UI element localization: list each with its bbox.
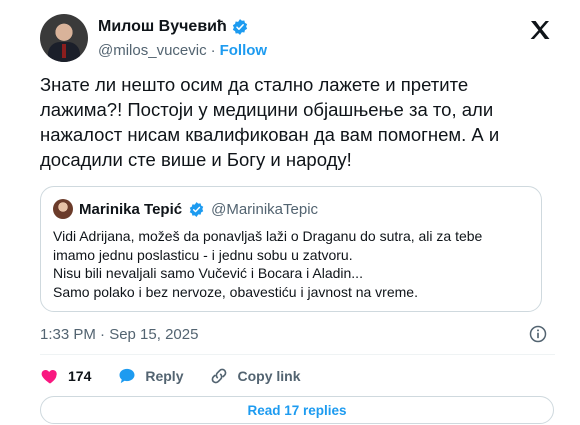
like-count: 174 — [68, 368, 92, 384]
author-handle-row: @milos_vucevic · Follow — [98, 42, 267, 59]
tweet-timestamp[interactable]: 1:33 PM · Sep 15, 2025 — [40, 326, 198, 343]
tweet-header: Милош Вучевић @milos_vucevic · Follow — [40, 14, 552, 70]
follow-button[interactable]: Follow — [220, 42, 268, 59]
embedded-tweet-card: Милош Вучевић @milos_vucevic · Follow Зн… — [26, 0, 566, 425]
author-name[interactable]: Милош Вучевић — [98, 18, 227, 36]
author-handle[interactable]: @milos_vucevic — [98, 42, 207, 59]
quoted-tweet[interactable]: Marinika Tepić @MarinikaTepic Vidi Adrij… — [40, 186, 542, 312]
copy-link-button[interactable]: Copy link — [209, 366, 301, 386]
copy-link-label: Copy link — [237, 368, 301, 384]
quoted-author-avatar — [53, 199, 73, 219]
quoted-tweet-text: Vidi Adrijana, možeš da ponavljaš laži o… — [53, 228, 483, 300]
like-button[interactable]: 174 — [40, 366, 91, 386]
link-icon — [212, 368, 227, 384]
action-bar: 174 Reply Copy link — [40, 366, 301, 386]
x-logo-icon[interactable] — [528, 18, 552, 42]
avatar-tie — [62, 44, 66, 58]
reply-label: Reply — [145, 368, 184, 384]
quoted-author-name: Marinika Tepić — [79, 200, 183, 218]
heart-icon — [41, 370, 57, 384]
read-replies-button[interactable]: Read 17 replies — [40, 396, 554, 424]
author-name-row: Милош Вучевић — [98, 18, 249, 36]
quoted-tweet-header: Marinika Tepić @MarinikaTepic — [53, 199, 318, 219]
author-avatar[interactable] — [40, 14, 88, 62]
handle-separator: · — [210, 42, 216, 59]
reply-button[interactable]: Reply — [117, 366, 183, 386]
quoted-author-handle: @MarinikaTepic — [211, 200, 319, 218]
tweet-text: Знате ли нешто осим да стално лажете и п… — [40, 74, 500, 170]
reply-bubble-icon — [119, 368, 135, 384]
info-icon[interactable] — [528, 324, 548, 344]
divider — [40, 354, 555, 355]
verified-badge-icon — [189, 201, 204, 217]
verified-badge-icon — [232, 19, 247, 35]
